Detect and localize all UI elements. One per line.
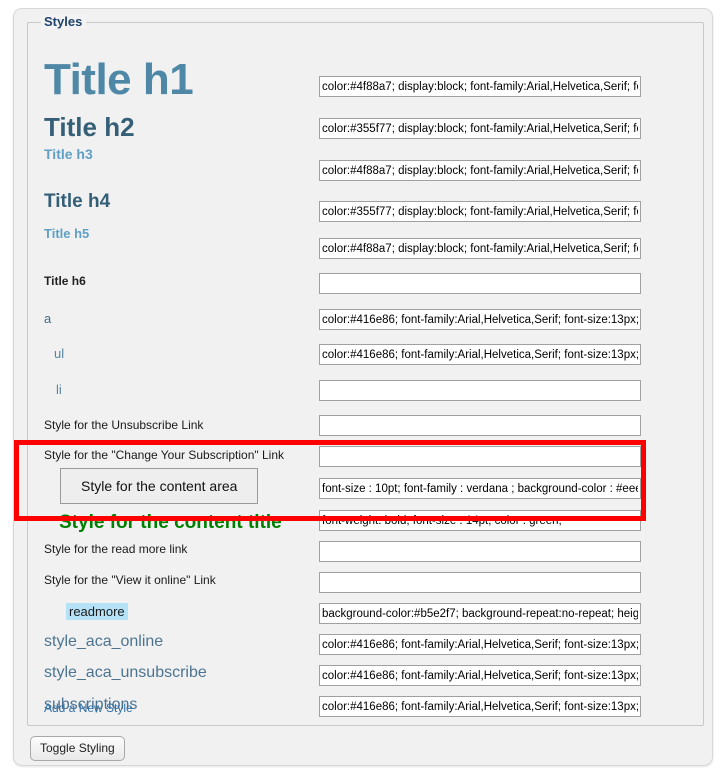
style-row-label: Title h2 <box>44 112 135 142</box>
settings-panel: Styles Title h1 Title h2 Title h3 Title h4 T… <box>13 8 713 766</box>
style-row-label: Style for the "Change Your Subscription"… <box>44 448 284 462</box>
style-value-input[interactable] <box>319 415 641 436</box>
style-value-input[interactable] <box>319 696 641 717</box>
add-a-new-style-link[interactable]: Add a New Style <box>44 701 133 715</box>
style-value-input[interactable] <box>319 201 641 222</box>
style-row-label: Style for the "View it online" Link <box>44 573 216 587</box>
style-row-label: readmore <box>44 603 128 621</box>
style-row-label: Title h3 <box>44 146 93 162</box>
content-title-preview: Style for the content title <box>59 512 282 533</box>
style-row-label: Title h1 <box>44 55 194 104</box>
style-value-input[interactable] <box>319 634 641 655</box>
style-value-input[interactable] <box>319 380 641 401</box>
style-value-input[interactable] <box>319 344 641 365</box>
style-value-input[interactable] <box>319 665 641 686</box>
style-value-input[interactable] <box>319 76 641 97</box>
toggle-styling-button[interactable]: Toggle Styling <box>30 736 125 761</box>
style-value-input[interactable] <box>319 160 641 181</box>
style-row-label: a <box>44 311 52 326</box>
styles-legend: Styles <box>41 14 87 29</box>
style-value-input[interactable] <box>319 238 641 259</box>
styles-fieldset: Styles Title h1 Title h2 Title h3 Title h4 T… <box>27 14 704 726</box>
style-value-input[interactable] <box>319 572 641 593</box>
style-row-label: Style for the Unsubscribe Link <box>44 418 204 432</box>
style-row-label: li <box>56 382 62 397</box>
content-area-preview: Style for the content area <box>60 468 259 504</box>
style-row-label: style_aca_online <box>44 633 164 650</box>
style-row-label: Style for the read more link <box>44 542 188 556</box>
style-value-input[interactable] <box>319 273 641 294</box>
style-value-input[interactable] <box>319 309 641 330</box>
style-value-input[interactable] <box>319 603 641 624</box>
style-row-label: ul <box>54 346 65 361</box>
style-value-input[interactable] <box>319 541 641 562</box>
style-row-label: style_aca_unsubscribe <box>44 664 207 681</box>
style-value-input[interactable] <box>319 446 641 467</box>
style-value-input[interactable] <box>319 118 641 139</box>
readmore-label: readmore <box>66 603 128 620</box>
style-value-input[interactable] <box>319 510 641 531</box>
style-row-label: Title h6 <box>44 274 86 288</box>
style-value-input[interactable] <box>319 478 641 499</box>
style-row-label: Title h4 <box>44 191 111 212</box>
style-row-label: Title h5 <box>44 226 90 241</box>
